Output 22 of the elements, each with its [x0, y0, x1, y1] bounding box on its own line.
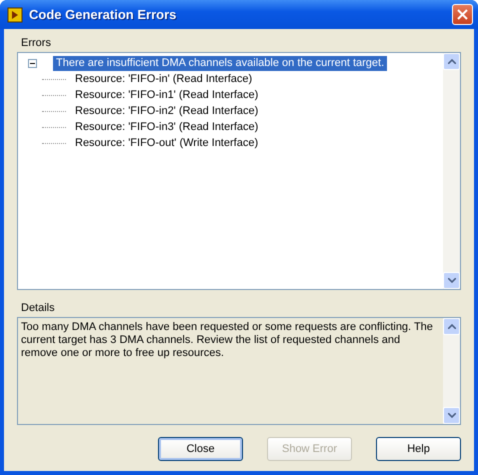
- scroll-up-icon[interactable]: [448, 59, 456, 64]
- errors-label: Errors: [21, 37, 52, 49]
- scroll-down-icon[interactable]: [448, 413, 456, 418]
- dialog-button[interactable]: Close: [158, 437, 243, 461]
- scroll-down-icon[interactable]: [448, 278, 456, 283]
- tree-item[interactable]: Resource: 'FIFO-in1' (Read Interface): [72, 88, 262, 102]
- details-label: Details: [21, 302, 56, 314]
- tree-item[interactable]: Resource: 'FIFO-out' (Write Interface): [72, 136, 262, 150]
- scrollbar[interactable]: [443, 318, 460, 424]
- dialog-button[interactable]: Help: [376, 437, 461, 461]
- tree-item[interactable]: Resource: 'FIFO-in3' (Read Interface): [72, 120, 262, 134]
- details-text: Too many DMA channels have been requested or some requests are conflicting. The current target has 3 DMA channels. Review the list of requested channels and remove one or more to free up resources.: [20, 320, 434, 361]
- close-button[interactable]: [452, 4, 473, 25]
- scrollbar[interactable]: [443, 53, 460, 289]
- tree-item[interactable]: There are insufficient DMA channels available on the current target.: [53, 56, 388, 70]
- tree-item[interactable]: Resource: 'FIFO-in' (Read Interface): [72, 72, 256, 86]
- window-title: Code Generation Errors: [29, 7, 178, 22]
- tree-item[interactable]: Resource: 'FIFO-in2' (Read Interface): [72, 104, 262, 118]
- close-icon: [457, 9, 468, 20]
- collapse-icon[interactable]: [28, 58, 37, 68]
- app-icon: [7, 6, 23, 22]
- scroll-up-icon[interactable]: [448, 324, 456, 329]
